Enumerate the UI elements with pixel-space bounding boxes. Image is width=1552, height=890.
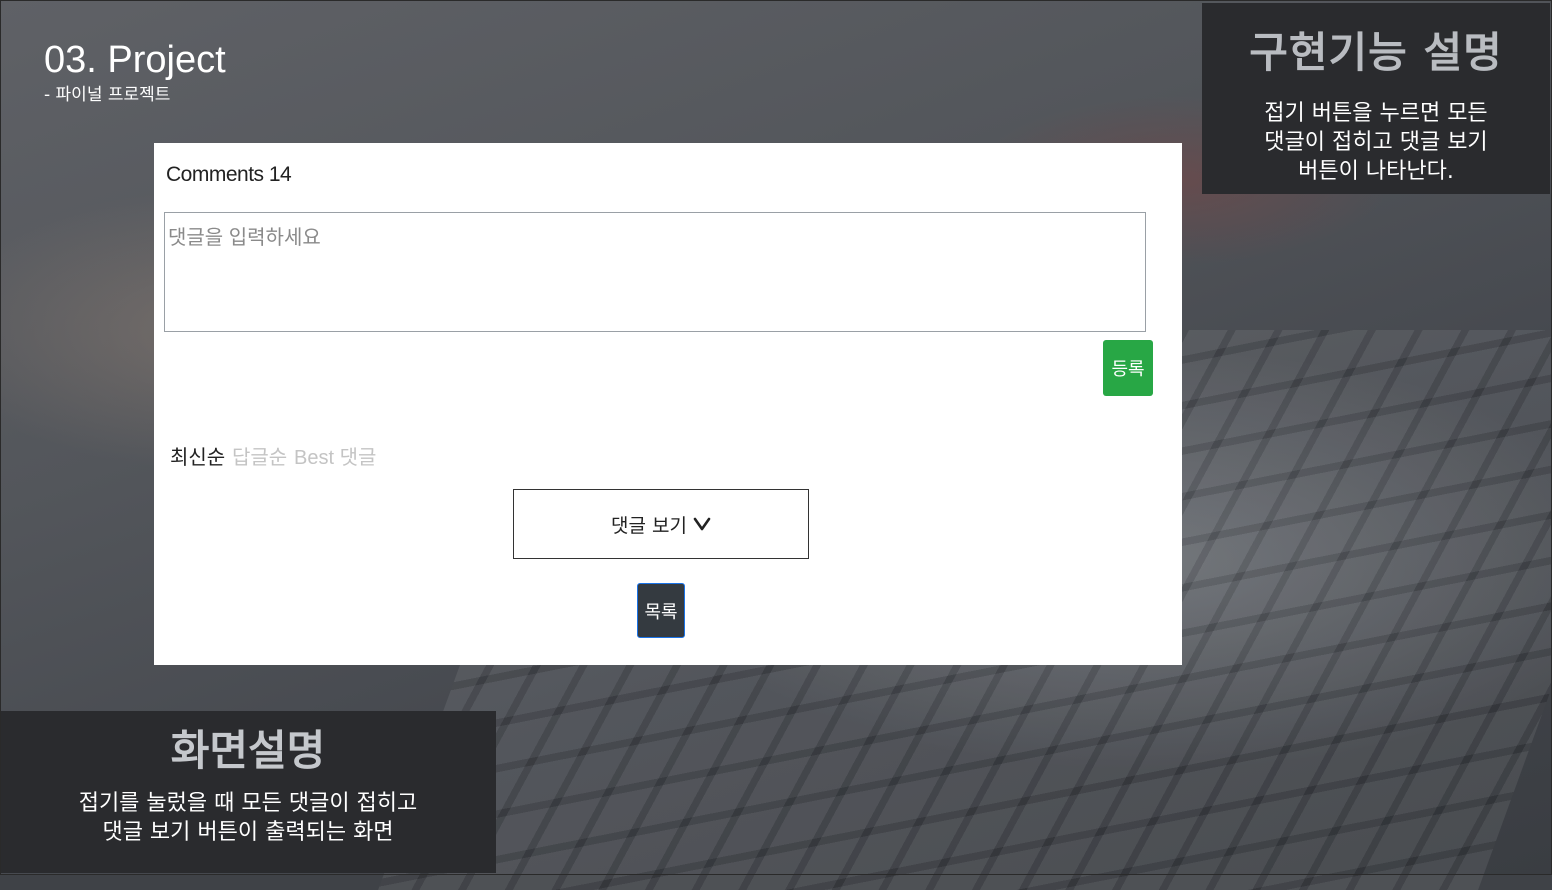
- sort-tab-replies[interactable]: 답글순: [232, 441, 287, 470]
- feature-description-panel: 구현기능 설명 접기 버튼을 누르면 모든 댓글이 접히고 댓글 보기 버튼이 …: [1202, 3, 1550, 194]
- slide-subtitle: - 파이널 프로젝트: [44, 85, 171, 105]
- view-comments-button[interactable]: 댓글 보기: [513, 489, 809, 559]
- comment-input[interactable]: [164, 212, 1146, 332]
- sort-tab-best[interactable]: Best 댓글: [294, 441, 376, 470]
- sort-tab-latest[interactable]: 최신순: [170, 441, 225, 470]
- screen-text-line2: 댓글 보기 버튼이 출력되는 화면: [102, 820, 394, 845]
- feature-heading: 구현기능 설명: [1249, 28, 1503, 77]
- comments-count-title: Comments 14: [166, 163, 292, 186]
- list-button[interactable]: 목록: [637, 583, 685, 638]
- register-button[interactable]: 등록: [1103, 340, 1153, 396]
- chevron-down-icon: [693, 512, 711, 536]
- screen-text: 접기를 눌렀을 때 모든 댓글이 접히고 댓글 보기 버튼이 출력되는 화면: [0, 789, 496, 847]
- feature-text: 접기 버튼을 누르면 모든 댓글이 접히고 댓글 보기 버튼이 나타난다.: [1264, 101, 1488, 184]
- slide-title: 03. Project: [44, 39, 226, 81]
- comment-section: Comments 14 등록 최신순 답글순 Best 댓글 댓글 보기 목록: [154, 143, 1182, 665]
- screen-heading: 화면설명: [170, 726, 326, 775]
- screen-text-line1: 접기를 눌렀을 때 모든 댓글이 접히고: [78, 791, 418, 816]
- view-comments-label: 댓글 보기: [611, 514, 687, 537]
- screen-description-panel: 화면설명 접기를 눌렀을 때 모든 댓글이 접히고 댓글 보기 버튼이 출력되는…: [0, 711, 496, 873]
